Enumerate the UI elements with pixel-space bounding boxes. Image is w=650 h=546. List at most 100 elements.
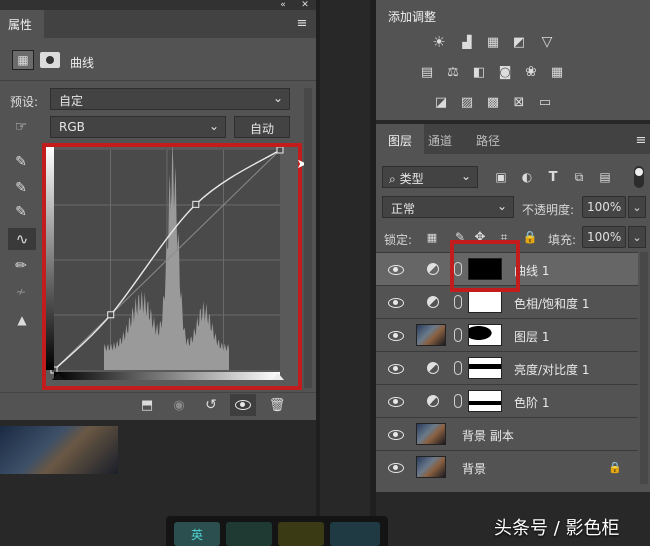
eyedropper-black-icon[interactable]: ✎ (10, 152, 32, 172)
link-chain-icon[interactable] (454, 394, 462, 408)
dock-ime-button[interactable]: 英 (174, 522, 220, 546)
chevron-down-icon: ⌄ (208, 119, 219, 133)
panel-header (0, 0, 316, 10)
layer-row[interactable]: 图层 1 (376, 318, 638, 351)
layer-visibility-eye-icon[interactable] (386, 330, 406, 342)
layer-name: 亮度/对比度 1 (514, 363, 590, 377)
filter-pixel-icon[interactable]: ▣ (492, 168, 510, 186)
brightness-icon[interactable]: ☀ (428, 32, 450, 52)
clipping-warning-icon[interactable]: ▲ (8, 310, 36, 330)
fill-dropdown-button[interactable]: ⌄ (628, 226, 646, 248)
dock-app-1[interactable] (226, 522, 272, 546)
layer-mask-thumbnail[interactable] (468, 357, 502, 379)
link-chain-icon[interactable] (454, 361, 462, 375)
tab-layers-label: 图层 (388, 134, 413, 148)
curves-graph[interactable] (46, 147, 298, 386)
layers-scrollbar[interactable] (640, 252, 648, 484)
targeted-adjustment-icon[interactable]: ☞ (10, 118, 32, 136)
chevron-down-icon: ⌄ (496, 199, 507, 213)
tab-channels-label: 通道 (428, 134, 453, 148)
layer-name: 色阶 1 (514, 396, 550, 410)
dock-app-3[interactable] (330, 522, 380, 546)
close-icon[interactable]: ✕ (298, 0, 312, 10)
opacity-dropdown-button[interactable]: ⌄ (628, 196, 646, 218)
tab-channels[interactable]: 通道 (428, 132, 468, 149)
panel-scrollbar[interactable] (304, 88, 312, 388)
view-previous-icon[interactable]: ◉ (168, 396, 190, 414)
curve-control-point (192, 200, 200, 208)
adjustment-layer-icon (427, 296, 439, 308)
tab-layers[interactable]: 图层 (376, 124, 424, 154)
layer-row[interactable]: 色阶 1 (376, 384, 638, 417)
curve-points-icon[interactable]: ∿ (8, 228, 36, 250)
filter-kind-select[interactable]: ⌕ 类型 ⌄ (382, 166, 478, 188)
opacity-input[interactable]: 100% (582, 196, 626, 218)
layer-visibility-eye-icon[interactable] (386, 363, 406, 375)
layer-mask-thumbnail[interactable] (468, 390, 502, 412)
collapse-icon[interactable]: « (276, 0, 290, 10)
layer-row[interactable]: 背景 副本 (376, 417, 638, 450)
gradient-map-icon[interactable]: ▭ (534, 92, 556, 112)
eye-icon (388, 463, 404, 473)
selective-color-icon[interactable]: ⊠ (508, 92, 530, 112)
clip-to-layer-icon[interactable]: ⬒ (136, 396, 158, 414)
layer-row[interactable]: 亮度/对比度 1 (376, 351, 638, 384)
eye-icon (388, 331, 404, 341)
threshold-icon[interactable]: ▩ (482, 92, 504, 112)
channel-select[interactable]: RGB ⌄ (50, 116, 226, 138)
filter-adjustment-icon[interactable]: ◐ (518, 168, 536, 186)
eyedropper-gray-icon[interactable]: ✎ (10, 178, 32, 198)
vibrance-icon[interactable]: ▽ (536, 32, 558, 52)
dock-app-2[interactable] (278, 522, 324, 546)
adjustment-layer-icon (427, 395, 439, 407)
layer-visibility-eye-icon[interactable] (386, 396, 406, 408)
eyedropper-white-icon[interactable]: ✎ (10, 202, 32, 222)
auto-button[interactable]: 自动 (234, 116, 290, 138)
tab-properties[interactable]: 属性 (0, 10, 44, 38)
posterize-icon[interactable]: ▨ (456, 92, 478, 112)
panel-menu-icon[interactable]: ≡ (294, 16, 310, 31)
layer-mask-thumbnail[interactable] (468, 291, 502, 313)
pencil-icon[interactable]: ✏ (10, 256, 32, 276)
layer-visibility-eye-icon[interactable] (386, 264, 406, 276)
adjustment-layer-icon (427, 362, 439, 374)
layer-mask-thumbnail[interactable] (468, 324, 502, 346)
layer-visibility-eye-icon[interactable] (386, 462, 406, 474)
fill-input[interactable]: 100% (582, 226, 626, 248)
trash-icon[interactable]: 🗑 (266, 396, 288, 414)
preset-value: 自定 (59, 94, 84, 108)
color-balance-icon[interactable]: ⚖ (442, 62, 464, 82)
blend-mode-select[interactable]: 正常 ⌄ (382, 196, 514, 218)
link-chain-icon[interactable] (454, 328, 462, 342)
layer-visibility-eye-icon[interactable] (386, 429, 406, 441)
input-gradient-vertical (46, 147, 54, 370)
tab-paths[interactable]: 路径 (476, 132, 516, 149)
mask-icon[interactable] (40, 52, 60, 68)
filter-toggle[interactable] (634, 166, 644, 188)
channel-value: RGB (59, 120, 85, 134)
layer-name: 图层 1 (514, 330, 550, 344)
filter-type-icon[interactable]: T (544, 168, 562, 186)
preset-select[interactable]: 自定 ⌄ (50, 88, 290, 110)
channel-mixer-icon[interactable]: ❀ (520, 62, 542, 82)
layer-row[interactable]: 背景 🔒 (376, 450, 638, 483)
black-white-icon[interactable]: ◧ (468, 62, 490, 82)
curves-icon[interactable]: ▦ (482, 32, 504, 52)
filter-smart-object-icon[interactable]: ▤ (596, 168, 614, 186)
eye-icon (388, 397, 404, 407)
visibility-icon[interactable] (230, 394, 256, 416)
reset-icon[interactable]: ↺ (200, 396, 222, 414)
invert-icon[interactable]: ◪ (430, 92, 452, 112)
lock-all-icon[interactable]: 🔒 (522, 228, 538, 246)
lock-transparent-icon[interactable]: ▦ (424, 228, 440, 246)
color-lookup-icon[interactable]: ▦ (546, 62, 568, 82)
exposure-icon[interactable]: ◩ (508, 32, 530, 52)
smooth-icon[interactable]: ≁ (10, 282, 32, 302)
layer-visibility-eye-icon[interactable] (386, 297, 406, 309)
panel-menu-icon[interactable]: ≡ (634, 133, 648, 148)
photo-filter-icon[interactable]: ◙ (494, 62, 516, 82)
filter-shape-icon[interactable]: ⧉ (570, 168, 588, 186)
levels-icon[interactable]: ▟ (456, 32, 478, 52)
link-chain-icon[interactable] (454, 295, 462, 309)
hue-saturation-icon[interactable]: ▤ (416, 62, 438, 82)
